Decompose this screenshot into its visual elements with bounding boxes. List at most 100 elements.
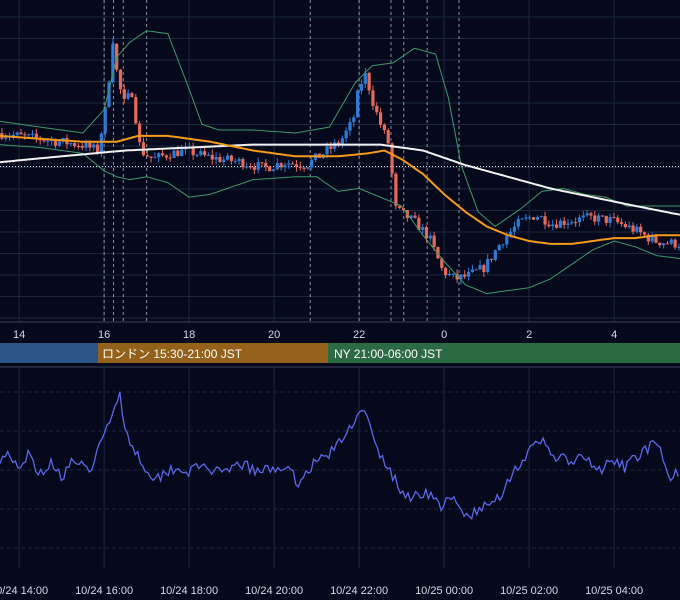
candle-body bbox=[225, 155, 230, 160]
candle-body bbox=[76, 145, 81, 147]
indicator-x-tick-label: 10/24 18:00 bbox=[160, 585, 218, 597]
candle-body bbox=[554, 224, 559, 228]
candle-body bbox=[413, 215, 417, 218]
candle-body bbox=[470, 269, 474, 272]
candle-body bbox=[531, 217, 536, 220]
candle-body bbox=[600, 215, 605, 217]
candle-body bbox=[478, 265, 482, 270]
candle-body bbox=[577, 217, 582, 223]
price-x-tick-label: 18 bbox=[183, 329, 195, 341]
candle-body bbox=[306, 167, 310, 169]
candle-body bbox=[352, 117, 356, 123]
indicator-x-tick-label: 10/24 16:00 bbox=[75, 585, 133, 597]
candle-body bbox=[344, 130, 348, 139]
candle-body bbox=[46, 140, 50, 142]
price-x-tick-label: 0 bbox=[441, 329, 447, 341]
candle-body bbox=[23, 134, 27, 136]
candle-body bbox=[15, 132, 19, 135]
candle-body bbox=[505, 236, 509, 245]
candle-body bbox=[287, 163, 291, 165]
session-ny-label: NY 21:00-06:00 JST bbox=[334, 347, 443, 361]
indicator-line bbox=[0, 391, 679, 520]
candle-body bbox=[359, 83, 364, 91]
candle-body bbox=[229, 155, 234, 162]
candles bbox=[0, 38, 680, 285]
candle-body bbox=[241, 159, 245, 168]
candle-body bbox=[444, 267, 448, 276]
candle-body bbox=[218, 157, 222, 163]
indicator-x-tick-label: 10/24 22:00 bbox=[330, 585, 388, 597]
candle-body bbox=[528, 217, 532, 219]
candle-body bbox=[248, 166, 253, 168]
candle-body bbox=[176, 150, 180, 157]
candle-body bbox=[639, 226, 643, 233]
candle-body bbox=[233, 160, 237, 162]
price-x-tick-label: 20 bbox=[268, 329, 280, 341]
candle-body bbox=[138, 123, 142, 143]
candle-body bbox=[566, 223, 570, 225]
candle-body bbox=[486, 258, 490, 273]
candle-body bbox=[180, 149, 184, 157]
candle-body bbox=[585, 213, 589, 216]
candle-body bbox=[268, 166, 272, 172]
candle-body bbox=[451, 273, 455, 275]
candle-body bbox=[474, 269, 478, 271]
candle-body bbox=[386, 130, 390, 144]
candle-body bbox=[310, 159, 314, 168]
candle-body bbox=[252, 167, 256, 170]
candle-body bbox=[275, 163, 279, 170]
indicator-x-tick-label: 10/25 02:00 bbox=[500, 585, 558, 597]
candle-body bbox=[203, 151, 207, 156]
candle-body bbox=[623, 224, 627, 228]
indicator-x-tick-label: 10/25 04:00 bbox=[585, 585, 643, 597]
candle-body bbox=[665, 243, 670, 245]
candle-body bbox=[547, 224, 551, 227]
candle-body bbox=[543, 216, 547, 225]
candle-body bbox=[34, 133, 38, 138]
candle-body bbox=[612, 217, 616, 219]
chart-canvas[interactable]: 14 16 18 20 22 0 2 4 ロンドン 15:30-21:00 JST NY 21… bbox=[0, 0, 680, 600]
candle-body bbox=[160, 153, 165, 156]
candle-body bbox=[501, 244, 505, 246]
candle-body bbox=[662, 243, 666, 246]
candle-body bbox=[375, 105, 379, 113]
candle-body bbox=[631, 225, 635, 232]
candle-body bbox=[551, 224, 555, 227]
candle-body bbox=[130, 93, 134, 98]
candle-body bbox=[463, 274, 467, 277]
candle-body bbox=[214, 157, 218, 160]
candle-body bbox=[574, 222, 578, 224]
candle-body bbox=[164, 155, 168, 158]
candle-body bbox=[466, 271, 471, 277]
candle-body bbox=[390, 143, 394, 174]
candle-body bbox=[604, 215, 608, 223]
candle-body bbox=[539, 216, 543, 218]
indicator-x-ticks: 10/24 14:00 10/24 16:00 10/24 18:00 10/24 2… bbox=[0, 585, 643, 597]
candle-body bbox=[497, 245, 501, 251]
candle-body bbox=[512, 226, 517, 232]
candle-body bbox=[482, 265, 486, 273]
candle-body bbox=[260, 162, 264, 164]
price-x-tick-label: 16 bbox=[98, 329, 110, 341]
candle-body bbox=[520, 218, 524, 220]
candle-body bbox=[658, 242, 662, 246]
indicator-x-tick-label: 10/25 00:00 bbox=[415, 585, 473, 597]
candle-body bbox=[424, 227, 429, 239]
candle-body bbox=[42, 140, 46, 142]
candle-body bbox=[608, 217, 612, 223]
candle-body bbox=[581, 215, 585, 218]
candle-body bbox=[99, 133, 103, 153]
candle-body bbox=[654, 235, 658, 243]
candle-body bbox=[597, 215, 601, 222]
indicator-grid bbox=[0, 368, 680, 568]
price-x-tick-label: 4 bbox=[611, 329, 617, 341]
candle-body bbox=[271, 169, 276, 172]
candle-body bbox=[153, 157, 157, 159]
candle-body bbox=[84, 142, 88, 148]
candle-body bbox=[382, 124, 387, 131]
candle-body bbox=[329, 146, 333, 149]
candle-body bbox=[199, 151, 203, 155]
indicator-x-tick-label: 10/24 14:00 bbox=[0, 585, 48, 597]
price-x-tick-label: 22 bbox=[353, 329, 365, 341]
price-overlays bbox=[0, 30, 680, 295]
